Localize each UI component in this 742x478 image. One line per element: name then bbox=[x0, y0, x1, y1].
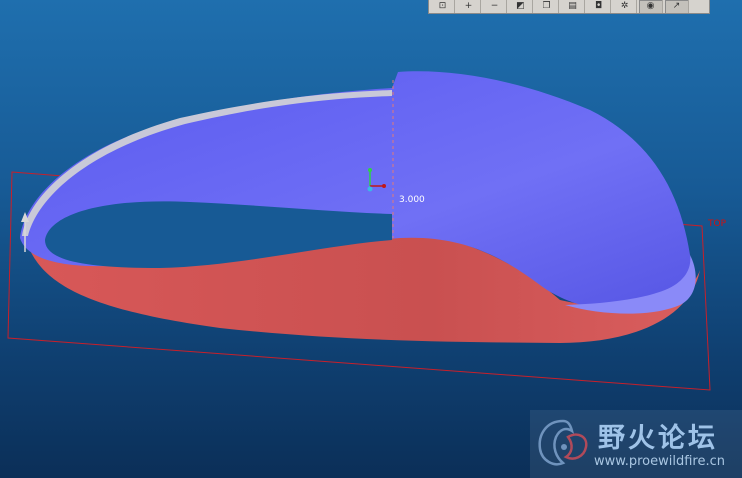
sketch-icon[interactable]: ↗ bbox=[665, 0, 689, 13]
watermark-url: www.proewildfire.cn bbox=[594, 454, 725, 469]
zoom-in-icon[interactable]: + bbox=[457, 0, 481, 13]
zoom-out-icon[interactable]: − bbox=[483, 0, 507, 13]
saved-views-icon[interactable]: ❐ bbox=[535, 0, 559, 13]
view-toolbar: ⊡ + − ◩ ❐ ▤ ◘ ✲ ◉ ↗ bbox=[428, 0, 710, 14]
zoom-window-icon[interactable]: ⊡ bbox=[431, 0, 455, 13]
view-display-icon[interactable]: ◉ bbox=[639, 0, 663, 13]
watermark-title: 野火论坛 bbox=[598, 423, 718, 454]
model-canvas[interactable] bbox=[0, 0, 742, 478]
butterfly-logo-icon bbox=[538, 419, 588, 466]
layers-icon[interactable]: ▤ bbox=[561, 0, 585, 13]
camera-icon[interactable]: ◘ bbox=[587, 0, 611, 13]
repaint-icon[interactable]: ◩ bbox=[509, 0, 533, 13]
datum-plane-label[interactable]: TOP bbox=[708, 219, 726, 229]
graphics-viewport[interactable]: 3.000 TOP bbox=[0, 0, 742, 478]
spin-center-icon[interactable]: ✲ bbox=[613, 0, 637, 13]
watermark: 野火论坛 www.proewildfire.cn bbox=[530, 410, 742, 478]
dimension-label[interactable]: 3.000 bbox=[399, 195, 425, 205]
